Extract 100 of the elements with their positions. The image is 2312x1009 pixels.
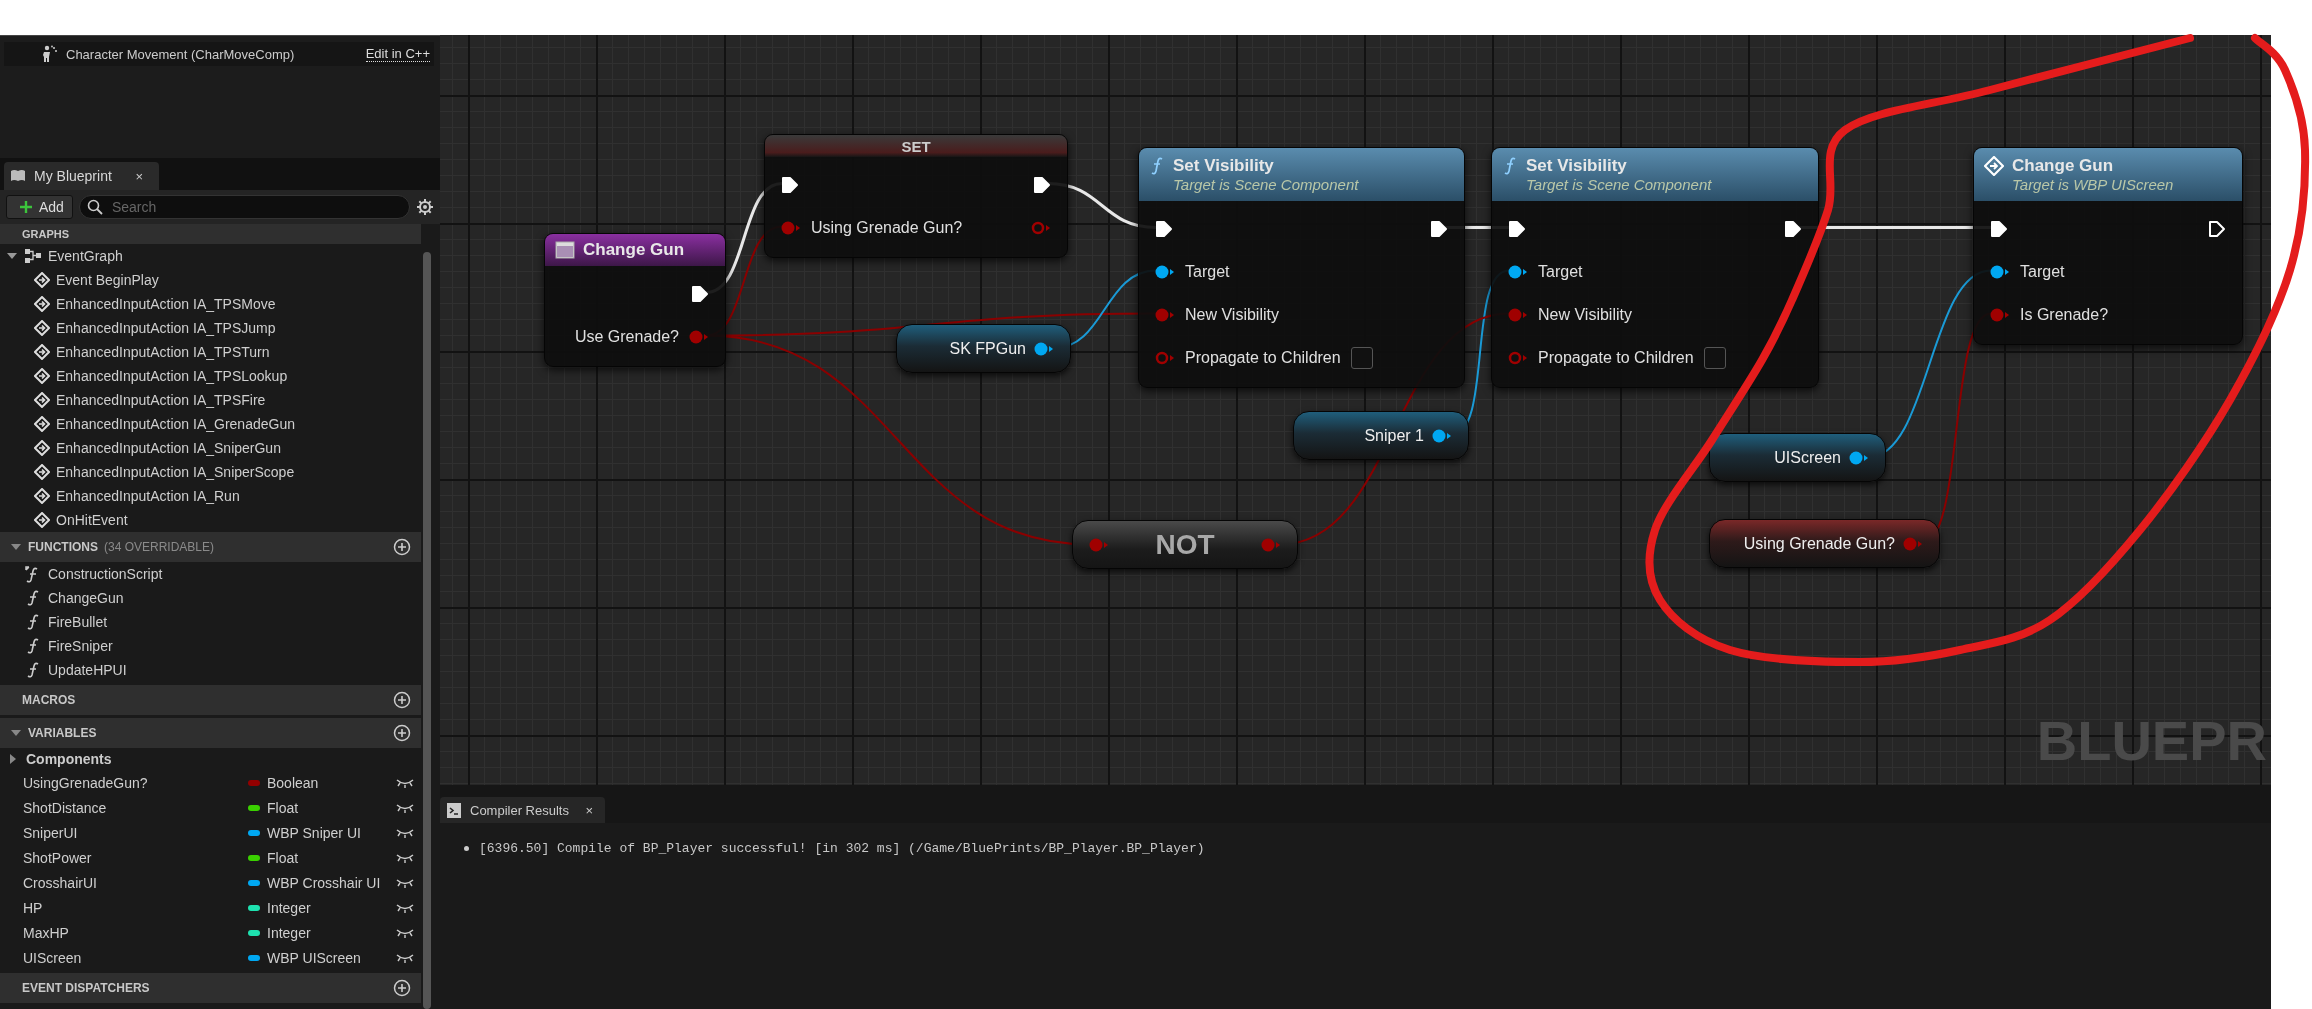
section-header[interactable]: GRAPHS — [0, 224, 421, 244]
closed-eye-icon[interactable] — [395, 802, 415, 813]
my-blueprint-tab[interactable]: My Blueprint × — [4, 162, 159, 190]
exec-pin-icon[interactable] — [1155, 219, 1173, 238]
search-icon — [86, 199, 103, 215]
variable-name: UIScreen — [23, 949, 83, 966]
pin-icon[interactable] — [1034, 340, 1054, 357]
event-item[interactable]: EnhancedInputAction IA_GrenadeGun — [0, 412, 421, 436]
add-icon[interactable] — [393, 691, 411, 709]
exec-pin-icon[interactable] — [1033, 175, 1051, 194]
event-item[interactable]: EnhancedInputAction IA_TPSLookup — [0, 364, 421, 388]
function-item[interactable]: FireSniper — [0, 634, 421, 658]
expand-arrow-icon[interactable] — [6, 251, 18, 261]
compiler-results-tab[interactable]: Compiler Results × — [440, 797, 605, 823]
add-button[interactable]: Add — [6, 195, 73, 219]
expand-arrow-icon[interactable] — [8, 753, 18, 765]
pin-icon[interactable] — [1849, 449, 1869, 466]
variable-item[interactable]: UsingGrenadeGun? Boolean — [0, 770, 421, 795]
exec-pin-icon[interactable] — [1508, 219, 1526, 238]
exec-pin-icon[interactable] — [2208, 219, 2226, 238]
item-label: OnHitEvent — [56, 512, 128, 528]
function-item[interactable]: FireBullet — [0, 610, 421, 634]
settings-icon[interactable] — [416, 198, 434, 216]
category-item[interactable]: Components — [0, 748, 421, 770]
item-label: EnhancedInputAction IA_TPSFire — [56, 392, 266, 408]
variable-item[interactable]: HP Integer — [0, 895, 421, 920]
closed-eye-icon[interactable] — [395, 827, 415, 838]
section-header[interactable]: EVENT DISPATCHERS — [0, 973, 421, 1003]
item-label: EnhancedInputAction IA_SniperGun — [56, 440, 281, 456]
expand-arrow-icon[interactable] — [10, 728, 22, 738]
exec-pin-icon[interactable] — [1990, 219, 2008, 238]
node-title: Set Visibility — [1526, 156, 1627, 176]
node-title: Sniper 1 — [1364, 426, 1424, 445]
variable-item[interactable]: CrosshairUI WBP Crosshair UI — [0, 870, 421, 895]
item-label: EnhancedInputAction IA_TPSLookup — [56, 368, 288, 384]
variable-item[interactable]: UIScreen WBP UIScreen — [0, 945, 421, 970]
function-icon — [1502, 156, 1518, 176]
event-icon — [34, 296, 50, 312]
event-icon — [34, 440, 50, 456]
event-icon — [34, 464, 50, 480]
item-label: EnhancedInputAction IA_TPSMove — [56, 296, 276, 312]
closed-eye-icon[interactable] — [395, 902, 415, 913]
exec-pin-icon[interactable] — [1430, 219, 1448, 238]
checkbox[interactable] — [1703, 346, 1726, 369]
search-field[interactable]: Search — [78, 195, 410, 219]
console-icon — [446, 801, 462, 819]
event-item[interactable]: EnhancedInputAction IA_TPSTurn — [0, 340, 421, 364]
variable-item[interactable]: ShotPower Float — [0, 845, 421, 870]
closed-eye-icon[interactable] — [395, 927, 415, 938]
graph-item[interactable]: EventGraph — [0, 244, 421, 268]
exec-pin-icon[interactable] — [1784, 219, 1802, 238]
event-item[interactable]: EnhancedInputAction IA_SniperGun — [0, 436, 421, 460]
variable-item[interactable]: MaxHP Integer — [0, 920, 421, 945]
event-item[interactable]: EnhancedInputAction IA_TPSFire — [0, 388, 421, 412]
variable-item[interactable]: ShotDistance Float — [0, 795, 421, 820]
node-subtitle: Target is Scene Component — [1525, 176, 1713, 193]
pin-icon[interactable] — [1432, 427, 1452, 444]
closed-eye-icon[interactable] — [395, 852, 415, 863]
item-label: EventGraph — [48, 248, 123, 264]
event-item[interactable]: EnhancedInputAction IA_SniperScope — [0, 460, 421, 484]
component-label: Character Movement (CharMoveComp) — [66, 46, 296, 62]
variable-name: HP — [23, 899, 44, 916]
add-icon[interactable] — [393, 979, 411, 997]
event-item[interactable]: Event BeginPlay — [0, 268, 421, 292]
expand-arrow-icon[interactable] — [10, 542, 22, 552]
event-item[interactable]: EnhancedInputAction IA_TPSJump — [0, 316, 421, 340]
event-item[interactable]: OnHitEvent — [0, 508, 421, 532]
section-header[interactable]: VARIABLES — [0, 718, 421, 748]
section-header[interactable]: FUNCTIONS (34 OVERRIDABLE) — [0, 532, 421, 562]
close-button[interactable]: × — [585, 802, 593, 818]
section-title: FUNCTIONS — [28, 540, 98, 554]
event-item[interactable]: EnhancedInputAction IA_Run — [0, 484, 421, 508]
exec-pin-icon[interactable] — [781, 175, 799, 194]
edit-link[interactable]: Edit in C++ — [365, 46, 430, 62]
function-item[interactable]: ConstructionScript — [0, 562, 421, 586]
pin-icon[interactable] — [1155, 263, 1175, 280]
add-icon[interactable] — [393, 724, 411, 742]
function-item[interactable]: UpdateHPUI — [0, 658, 421, 682]
variable-item[interactable]: SniperUI WBP Sniper UI — [0, 820, 421, 845]
event-icon — [34, 512, 50, 528]
exec-pin-icon[interactable] — [691, 284, 709, 303]
add-icon[interactable] — [393, 538, 411, 556]
closed-eye-icon[interactable] — [395, 952, 415, 963]
component-row[interactable]: Character Movement (CharMoveComp) Edit in C++ — [4, 42, 434, 66]
person-icon — [42, 45, 58, 63]
function-item[interactable]: ChangeGun — [0, 586, 421, 610]
pin-icon[interactable] — [1990, 263, 2010, 280]
closed-eye-icon[interactable] — [395, 777, 415, 788]
section-header[interactable]: MACROS — [0, 685, 421, 715]
item-label: Event BeginPlay — [56, 272, 159, 288]
event-icon — [34, 320, 50, 336]
close-button[interactable]: × — [135, 168, 143, 184]
variable-type: WBP Sniper UI — [267, 824, 362, 841]
checkbox[interactable] — [1350, 346, 1373, 369]
event-item[interactable]: EnhancedInputAction IA_TPSMove — [0, 292, 421, 316]
closed-eye-icon[interactable] — [395, 877, 415, 888]
graph-watermark: BLUEPR — [2036, 708, 2267, 773]
pin-icon[interactable] — [1508, 263, 1528, 280]
node-title: Set Visibility — [1173, 156, 1274, 176]
scrollbar[interactable] — [423, 252, 431, 1009]
